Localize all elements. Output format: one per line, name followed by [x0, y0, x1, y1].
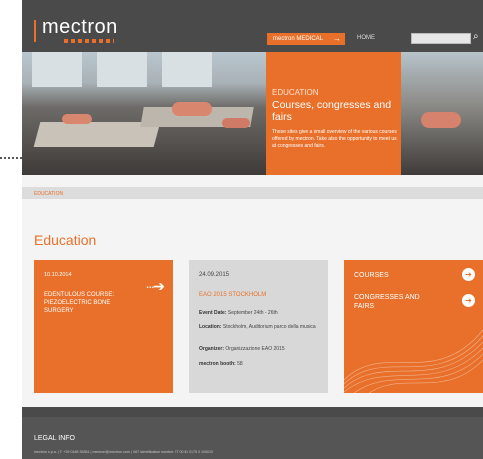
- event-location-label: Location:: [199, 324, 222, 330]
- event-location-row: Location: Stockholm, Auditorium parco de…: [199, 324, 319, 331]
- news-tile[interactable]: 10.10.2014 EDENTULOUS COURSE: PIEZOELECT…: [34, 260, 173, 393]
- logo-bar: [34, 20, 36, 42]
- event-location-value: Stockholm, Auditorium parco della musica: [222, 324, 316, 330]
- links-tile: COURSES ➔ CONGRESSES AND FAIRS ➔: [344, 260, 483, 393]
- page-title: Education: [34, 232, 97, 248]
- news-date: 10.10.2014: [44, 272, 72, 278]
- wave-lines-decoration: [344, 329, 483, 393]
- specimen-shape: [222, 118, 250, 128]
- specimen-shape: [172, 102, 212, 116]
- event-organizer-value: Organizzazione EAO 2015: [225, 346, 285, 352]
- hero-banner: EDUCATION Courses, congresses and fairs …: [22, 52, 483, 175]
- event-date: 24.09.2015: [199, 272, 230, 278]
- specimen-shape: [62, 114, 92, 124]
- hero-body: These sites give a small overview of the…: [272, 129, 397, 149]
- dotted-connector: [0, 157, 22, 161]
- event-date-row: Event Date: September 24th - 26th: [199, 310, 319, 317]
- dotted-arrow-icon[interactable]: ···➔: [145, 278, 165, 295]
- event-organizer-row: Organizer: Organizzazione EAO 2015: [199, 346, 319, 353]
- search-input[interactable]: [411, 33, 471, 44]
- footer-top-band: [22, 407, 483, 417]
- nav-mectron-medical[interactable]: mectron MEDICAL →: [267, 33, 345, 45]
- event-booth-row: mectron booth: 58: [199, 361, 319, 368]
- site-header: mectron mectron MEDICAL → HOME ⌕: [22, 0, 483, 52]
- nav-mectron-medical-label: mectron MEDICAL: [273, 36, 324, 42]
- event-date-label: Event Date:: [199, 310, 227, 316]
- event-booth-label: mectron booth:: [199, 361, 236, 367]
- legal-info-link[interactable]: LEGAL INFO: [34, 435, 75, 442]
- arrow-right-icon: →: [333, 34, 341, 43]
- nav-home[interactable]: HOME: [357, 35, 375, 41]
- hero-eyebrow: EDUCATION: [272, 88, 319, 97]
- hero-text-panel: EDUCATION Courses, congresses and fairs …: [266, 52, 401, 175]
- hero-photo-left: [22, 52, 266, 175]
- hero-title: Courses, congresses and fairs: [272, 99, 392, 123]
- event-organizer-label: Organizer:: [199, 346, 225, 352]
- breadcrumb[interactable]: EDUCATION: [34, 191, 63, 197]
- hero-photo-right: [401, 52, 483, 175]
- search-icon[interactable]: ⌕: [473, 31, 479, 42]
- event-tile[interactable]: 24.09.2015 EAO 2015 STOCKHOLM Event Date…: [189, 260, 328, 393]
- specimen-shape: [421, 112, 461, 128]
- page: mectron mectron MEDICAL → HOME ⌕ EDUCATI…: [22, 0, 483, 459]
- link-congresses-and-fairs[interactable]: CONGRESSES AND FAIRS: [354, 293, 434, 311]
- window-shape: [32, 52, 82, 87]
- news-title[interactable]: EDENTULOUS COURSE: PIEZOELECTRIC BONE SU…: [44, 291, 134, 315]
- event-date-value: September 24th - 26th: [227, 310, 278, 316]
- logo[interactable]: mectron: [42, 16, 118, 39]
- event-booth-value: 58: [237, 361, 243, 367]
- breadcrumb-bar: [22, 187, 483, 199]
- event-title[interactable]: EAO 2015 STOCKHOLM: [199, 292, 266, 298]
- logo-dots: [64, 39, 114, 43]
- arrow-circle-icon[interactable]: ➔: [462, 268, 475, 281]
- window-shape: [162, 52, 212, 87]
- window-shape: [97, 52, 147, 87]
- footer-contact-line: mectron s.p.a. | T: +39 0185 35361 | mec…: [34, 450, 214, 454]
- arrow-circle-icon[interactable]: ➔: [462, 294, 475, 307]
- link-courses[interactable]: COURSES: [354, 271, 389, 280]
